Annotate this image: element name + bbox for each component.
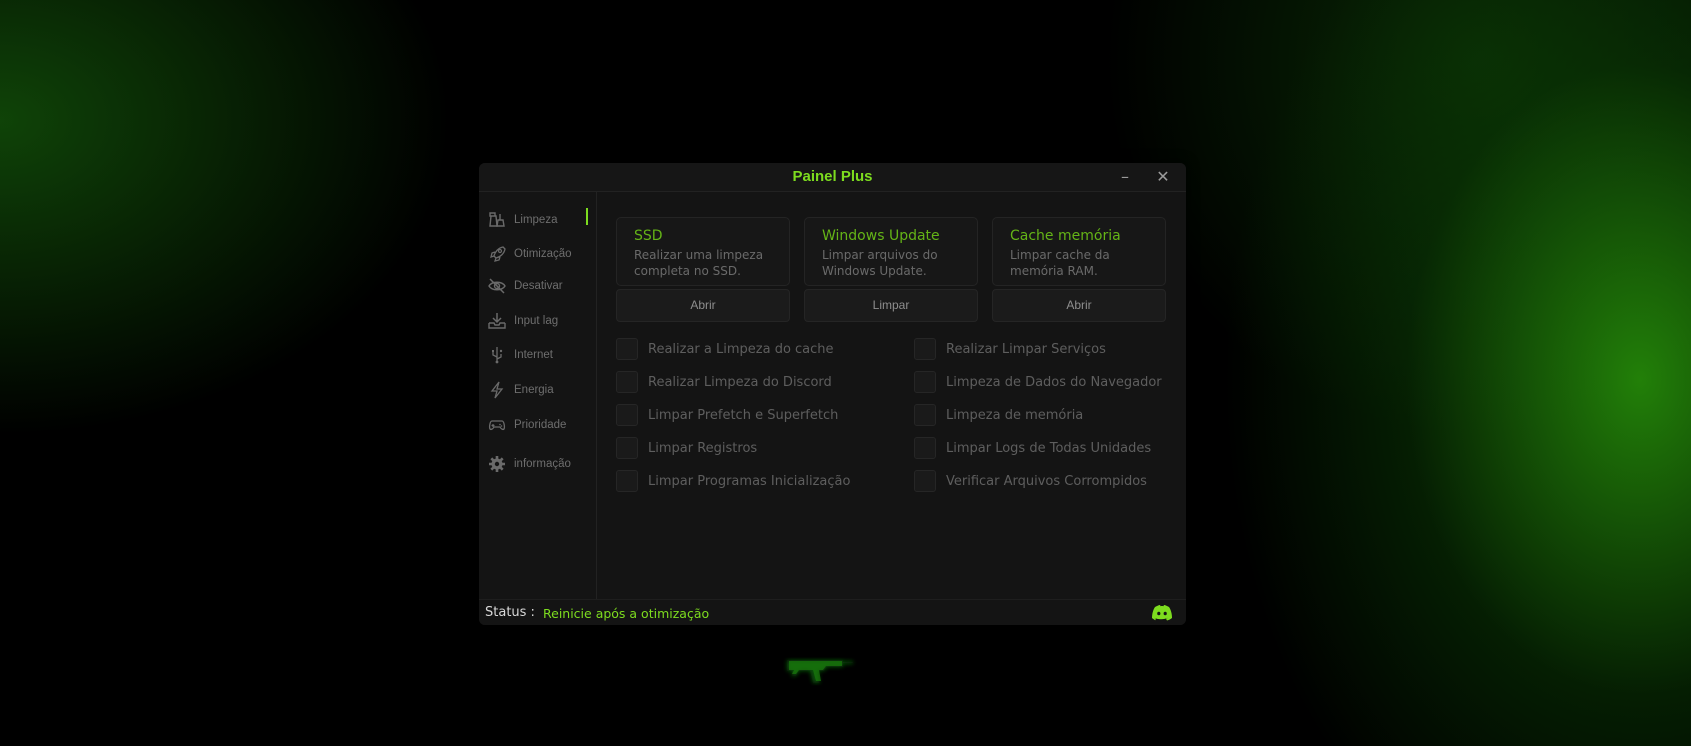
option-label: Realizar a Limpeza do cache bbox=[648, 341, 834, 357]
active-indicator bbox=[586, 208, 588, 225]
checkbox[interactable] bbox=[914, 404, 936, 426]
rocket-icon bbox=[487, 244, 507, 264]
option-clean-logs[interactable]: Limpar Logs de Todas Unidades bbox=[914, 436, 1151, 460]
option-label: Limpeza de Dados do Navegador bbox=[946, 374, 1162, 390]
card-title: SSD bbox=[634, 228, 663, 244]
option-label: Limpar Programas Inicialização bbox=[648, 473, 851, 489]
checkbox[interactable] bbox=[914, 470, 936, 492]
card-title: Cache memória bbox=[1010, 228, 1121, 244]
sidebar-item-label: Limpeza bbox=[514, 214, 558, 226]
option-verify-files[interactable]: Verificar Arquivos Corrompidos bbox=[914, 469, 1147, 493]
sidebar: Limpeza Otimização Desativar Input lag I… bbox=[479, 192, 597, 599]
ssd-card: SSD Realizar uma limpeza completa no SSD. bbox=[616, 217, 790, 286]
status-bar: Status : Reinicie após a otimização bbox=[479, 599, 1186, 625]
download-tray-icon bbox=[487, 311, 507, 331]
sidebar-item-label: Desativar bbox=[514, 280, 563, 292]
cache-memory-open-button[interactable]: Abrir bbox=[992, 289, 1166, 322]
option-clean-prefetch[interactable]: Limpar Prefetch e Superfetch bbox=[616, 403, 838, 427]
status-value: Reinicie após a otimização bbox=[543, 606, 710, 621]
broom-icon bbox=[487, 210, 507, 230]
sidebar-item-otimizacao[interactable]: Otimização bbox=[487, 242, 587, 266]
sidebar-item-limpeza[interactable]: Limpeza bbox=[487, 208, 587, 232]
option-label: Limpar Prefetch e Superfetch bbox=[648, 407, 839, 423]
checkbox[interactable] bbox=[616, 470, 638, 492]
checkbox[interactable] bbox=[914, 371, 936, 393]
option-clean-registry[interactable]: Limpar Registros bbox=[616, 436, 757, 460]
option-label: Verificar Arquivos Corrompidos bbox=[946, 473, 1147, 489]
discord-icon[interactable] bbox=[1151, 604, 1173, 622]
sidebar-item-internet[interactable]: Internet bbox=[487, 343, 587, 367]
sidebar-item-label: Otimização bbox=[514, 248, 572, 260]
sidebar-item-informacao[interactable]: informação bbox=[487, 452, 587, 476]
sidebar-item-prioridade[interactable]: Prioridade bbox=[487, 413, 587, 437]
status-label: Status : bbox=[485, 605, 535, 620]
sidebar-item-desativar[interactable]: Desativar bbox=[487, 274, 587, 298]
sidebar-item-label: informação bbox=[514, 458, 571, 470]
option-clean-cache[interactable]: Realizar a Limpeza do cache bbox=[616, 337, 834, 361]
eye-off-icon bbox=[487, 276, 507, 296]
lightning-icon bbox=[487, 380, 507, 400]
sidebar-item-input-lag[interactable]: Input lag bbox=[487, 309, 587, 333]
option-label: Realizar Limpeza do Discord bbox=[648, 374, 832, 390]
gamepad-icon bbox=[487, 415, 507, 435]
sidebar-item-energia[interactable]: Energia bbox=[487, 378, 587, 402]
ssd-open-button[interactable]: Abrir bbox=[616, 289, 790, 322]
option-label: Realizar Limpar Serviços bbox=[946, 341, 1106, 357]
sidebar-item-label: Input lag bbox=[514, 315, 559, 327]
windows-update-clean-button[interactable]: Limpar bbox=[804, 289, 978, 322]
sidebar-item-label: Internet bbox=[514, 349, 553, 361]
close-button[interactable]: ✕ bbox=[1149, 165, 1177, 189]
option-label: Limpeza de memória bbox=[946, 407, 1084, 423]
card-description: Limpar arquivos do Windows Update. bbox=[822, 248, 938, 278]
title-bar[interactable]: Painel Plus – ✕ bbox=[479, 163, 1186, 192]
sidebar-item-label: Energia bbox=[514, 384, 554, 396]
cache-memory-card: Cache memória Limpar cache da memória RAM… bbox=[992, 217, 1166, 286]
windows-update-card: Windows Update Limpar arquivos do Windows… bbox=[804, 217, 978, 286]
checkbox[interactable] bbox=[914, 338, 936, 360]
checkbox[interactable] bbox=[616, 437, 638, 459]
option-label: Limpar Registros bbox=[648, 440, 758, 456]
option-clean-services[interactable]: Realizar Limpar Serviços bbox=[914, 337, 1106, 361]
option-clean-discord[interactable]: Realizar Limpeza do Discord bbox=[616, 370, 832, 394]
checkbox[interactable] bbox=[914, 437, 936, 459]
card-title: Windows Update bbox=[822, 228, 940, 244]
app-window: Painel Plus – ✕ Limpeza Otimização Desat… bbox=[479, 163, 1186, 625]
option-clean-browser-data[interactable]: Limpeza de Dados do Navegador bbox=[914, 370, 1162, 394]
gun-logo-icon bbox=[787, 660, 853, 683]
checkbox[interactable] bbox=[616, 371, 638, 393]
card-description: Limpar cache da memória RAM. bbox=[1010, 248, 1110, 278]
gear-icon bbox=[487, 454, 507, 474]
usb-icon bbox=[487, 345, 507, 365]
option-label: Limpar Logs de Todas Unidades bbox=[946, 440, 1152, 456]
app-title: Painel Plus bbox=[792, 168, 873, 185]
option-clean-startup[interactable]: Limpar Programas Inicialização bbox=[616, 469, 850, 493]
minimize-button[interactable]: – bbox=[1111, 165, 1139, 189]
checkbox[interactable] bbox=[616, 404, 638, 426]
sidebar-item-label: Prioridade bbox=[514, 419, 567, 431]
checkbox[interactable] bbox=[616, 338, 638, 360]
card-description: Realizar uma limpeza completa no SSD. bbox=[634, 248, 764, 278]
option-clean-memory[interactable]: Limpeza de memória bbox=[914, 403, 1083, 427]
